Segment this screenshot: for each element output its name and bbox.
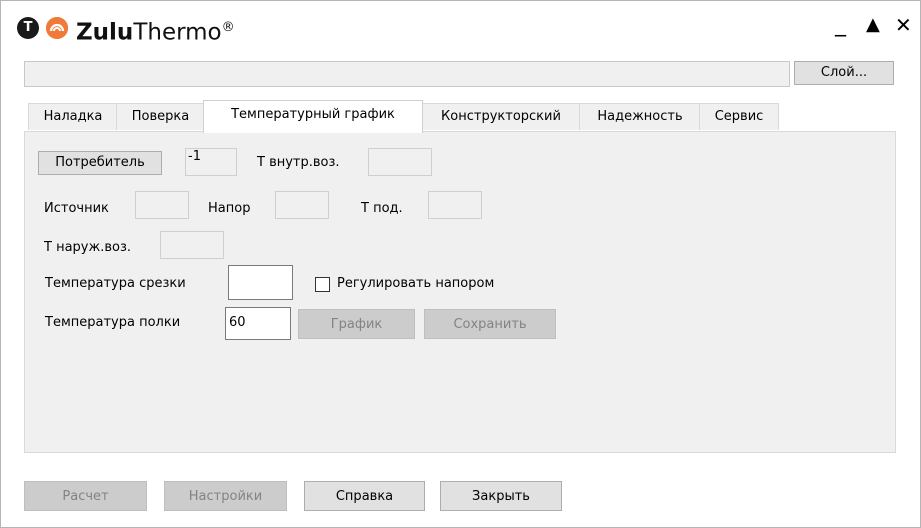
head-label: Напор	[208, 201, 251, 216]
logo-t-icon: T	[17, 17, 39, 39]
t-outer-label: Т наруж.воз.	[44, 240, 131, 255]
t-inner-label: Т внутр.воз.	[257, 155, 340, 170]
app-title-bold: Zulu	[76, 19, 134, 46]
t-supply-label: Т под.	[361, 201, 403, 216]
app-title: ZuluThermo®	[76, 13, 235, 48]
source-value	[135, 191, 189, 219]
t-inner-value	[368, 148, 432, 176]
settings-button[interactable]: Настройки	[164, 481, 287, 511]
maximize-button[interactable]: ▲	[866, 10, 880, 40]
graph-button[interactable]: График	[298, 309, 415, 339]
shelf-input[interactable]: 60	[225, 307, 291, 340]
head-value	[275, 191, 329, 219]
app-title-regular: Thermo	[133, 19, 222, 46]
consumer-value: -1	[185, 148, 237, 176]
consumer-button[interactable]: Потребитель	[38, 151, 162, 175]
cutoff-label: Температура срезки	[45, 276, 186, 291]
t-outer-value	[160, 231, 224, 259]
tab-poverka[interactable]: Поверка	[116, 103, 205, 130]
layer-field	[24, 61, 790, 87]
tab-naladka[interactable]: Наладка	[28, 103, 118, 130]
calc-button[interactable]: Расчет	[24, 481, 147, 511]
tab-design[interactable]: Конструкторский	[421, 103, 581, 130]
tab-service[interactable]: Сервис	[699, 103, 779, 130]
cutoff-input[interactable]	[228, 265, 293, 300]
regulate-checkbox[interactable]	[315, 277, 330, 292]
save-button[interactable]: Сохранить	[424, 309, 556, 339]
source-label: Источник	[44, 201, 109, 216]
logo-flame-icon	[46, 17, 68, 39]
close-window-button[interactable]: ✕	[895, 10, 912, 40]
registered-mark: ®	[221, 20, 235, 35]
help-button[interactable]: Справка	[304, 481, 425, 511]
layer-button[interactable]: Слой...	[794, 61, 894, 85]
close-button[interactable]: Закрыть	[440, 481, 562, 511]
t-supply-value	[428, 191, 482, 219]
shelf-label: Температура полки	[45, 315, 181, 330]
minimize-button[interactable]: _	[835, 10, 846, 40]
regulate-label: Регулировать напором	[337, 276, 495, 291]
tab-temperature-graph[interactable]: Температурный график	[203, 100, 423, 133]
tab-reliability[interactable]: Надежность	[579, 103, 701, 130]
